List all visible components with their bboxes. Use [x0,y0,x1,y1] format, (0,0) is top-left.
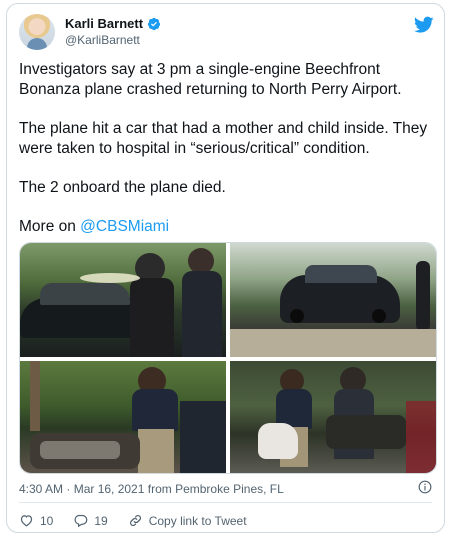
tweet-text: Investigators say at 3 pm a single-engin… [19,60,437,256]
copy-link-label: Copy link to Tweet [148,513,247,528]
copy-link-button[interactable]: Copy link to Tweet [128,513,247,528]
reply-button[interactable]: 19 [73,513,108,528]
heart-icon [20,515,33,527]
author-avatar[interactable] [19,14,55,50]
info-icon[interactable] [418,480,432,494]
reply-bubble-icon [74,514,88,528]
tweet-header: Karli Barnett @KarliBarnett [19,14,434,54]
reply-count: 19 [94,513,108,528]
tweet-paragraph: The 2 onboard the plane died. [19,179,226,196]
author-name-row[interactable]: Karli Barnett [65,16,161,31]
photo-wreckage-tarp[interactable] [230,361,436,473]
twitter-bird-icon[interactable] [414,16,434,34]
photo-plane-debris-investigator[interactable] [20,361,226,473]
author-handle[interactable]: @KarliBarnett [65,33,140,47]
tweet-media-grid [19,242,437,474]
link-icon [129,515,141,526]
tweet-more-line: More on @CBSMiami [19,217,437,237]
verified-badge-icon [147,17,161,30]
more-on-prefix: More on [19,218,81,235]
author-name[interactable]: Karli Barnett [65,16,143,31]
photo-damaged-suv[interactable] [230,243,436,357]
photo-wrecked-car-with-officer[interactable] [20,243,226,357]
tweet-paragraph: The plane hit a car that had a mother an… [19,120,428,157]
mention-link[interactable]: @CBSMiami [80,218,169,235]
like-count: 10 [40,513,54,528]
tweet-card: Karli Barnett @KarliBarnett Investigator… [6,3,445,533]
tweet-timestamp[interactable]: 4:30 AM · Mar 16, 2021 from Pembroke Pin… [19,482,284,496]
like-button[interactable]: 10 [19,513,53,528]
tweet-paragraph: Investigators say at 3 pm a single-engin… [19,61,402,98]
tweet-actions: 10 19 Copy link to Tweet [19,513,267,528]
divider [19,502,432,503]
